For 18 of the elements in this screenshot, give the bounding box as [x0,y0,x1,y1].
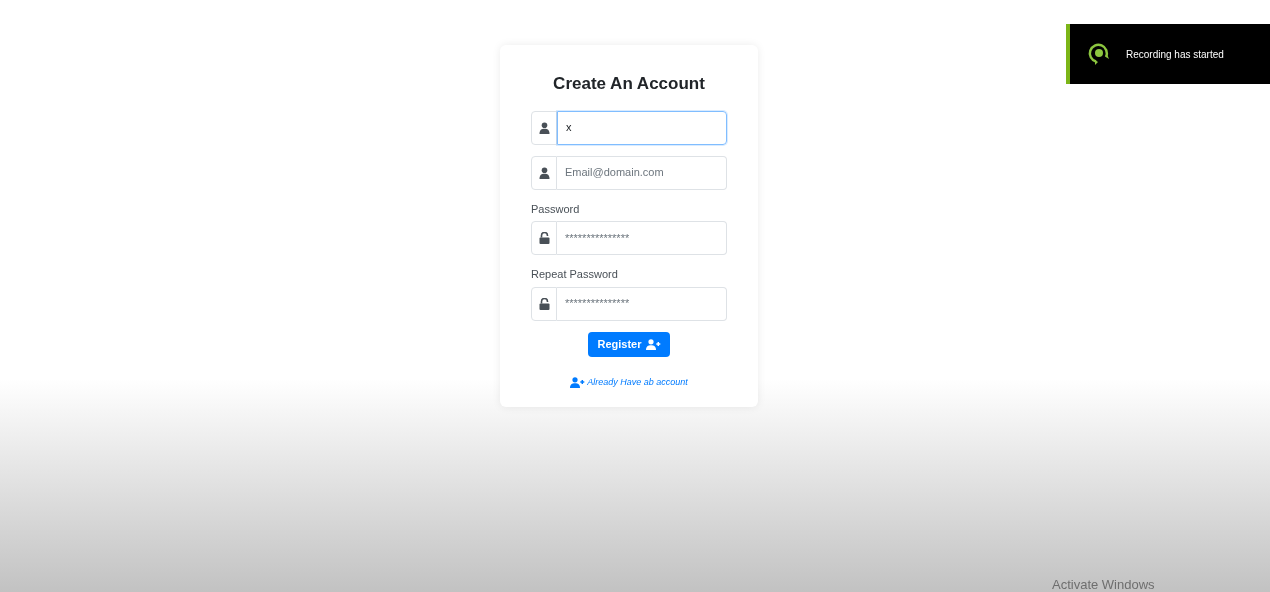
toast-message: Recording has started [1126,47,1224,62]
user-icon [538,166,550,179]
user-icon [538,121,550,134]
os-notice: Activate Windows [1052,577,1155,592]
record-icon [1086,41,1112,67]
form-title: Create An Account [552,73,706,95]
login-link[interactable]: Already Have ab account [570,375,688,389]
user-plus-icon [570,376,586,388]
input-field[interactable]: Email@domain.com [557,155,727,190]
field-label: Password [531,201,581,217]
input-field[interactable]: *************** [557,286,727,321]
input-field[interactable]: x [557,110,727,145]
user-plus-icon [645,338,661,350]
field-label: Repeat Password [531,267,619,282]
register-button[interactable]: Register [588,331,670,357]
lock-icon [538,297,550,310]
lock-icon [538,232,550,244]
input-field[interactable]: *************** [557,221,727,255]
